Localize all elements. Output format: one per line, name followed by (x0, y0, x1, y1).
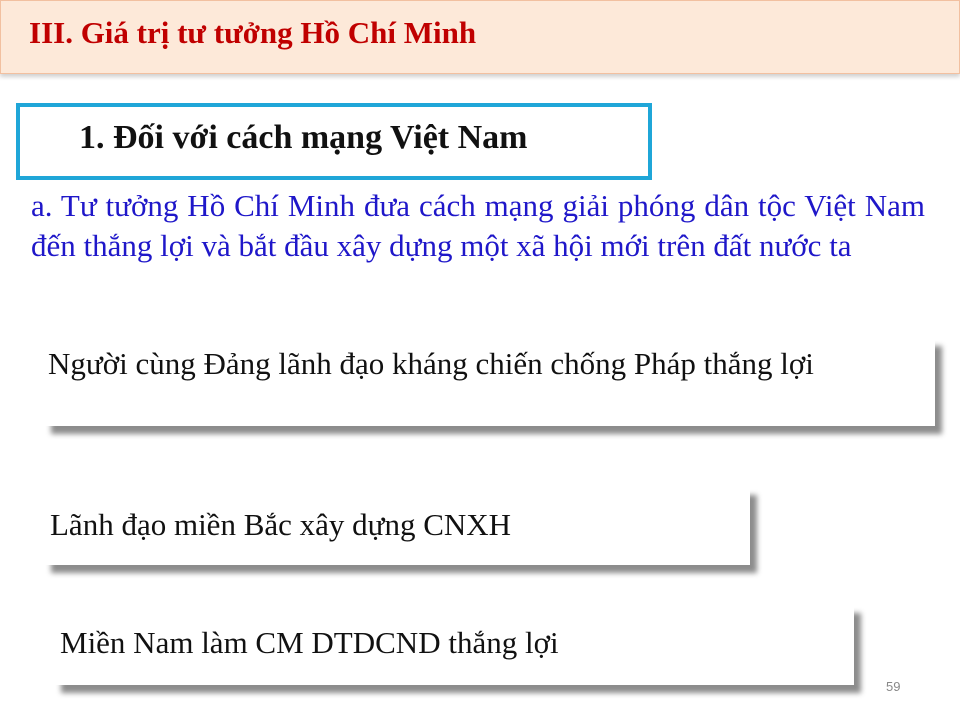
page-number: 59 (886, 679, 901, 694)
title-bar: III. Giá trị tư tưởng Hồ Chí Minh (0, 0, 960, 74)
point-text-3: Miền Nam làm CM DTDCND thắng lợi (60, 625, 559, 660)
intro-paragraph: a. Tư tưởng Hồ Chí Minh đưa cách mạng gi… (31, 188, 925, 263)
section-heading: 1. Đối với cách mạng Việt Nam (79, 119, 528, 156)
point-card-1: Người cùng Đảng lãnh đạo kháng chiến chố… (44, 338, 935, 426)
point-card-3: Miền Nam làm CM DTDCND thắng lợi (54, 605, 854, 685)
slide-title: III. Giá trị tư tưởng Hồ Chí Minh (29, 15, 477, 50)
point-card-2: Lãnh đạo miền Bắc xây dựng CNXH (44, 487, 750, 565)
section-heading-box: 1. Đối với cách mạng Việt Nam (16, 103, 652, 180)
point-text-2: Lãnh đạo miền Bắc xây dựng CNXH (50, 507, 512, 542)
point-text-1: Người cùng Đảng lãnh đạo kháng chiến chố… (48, 346, 814, 381)
